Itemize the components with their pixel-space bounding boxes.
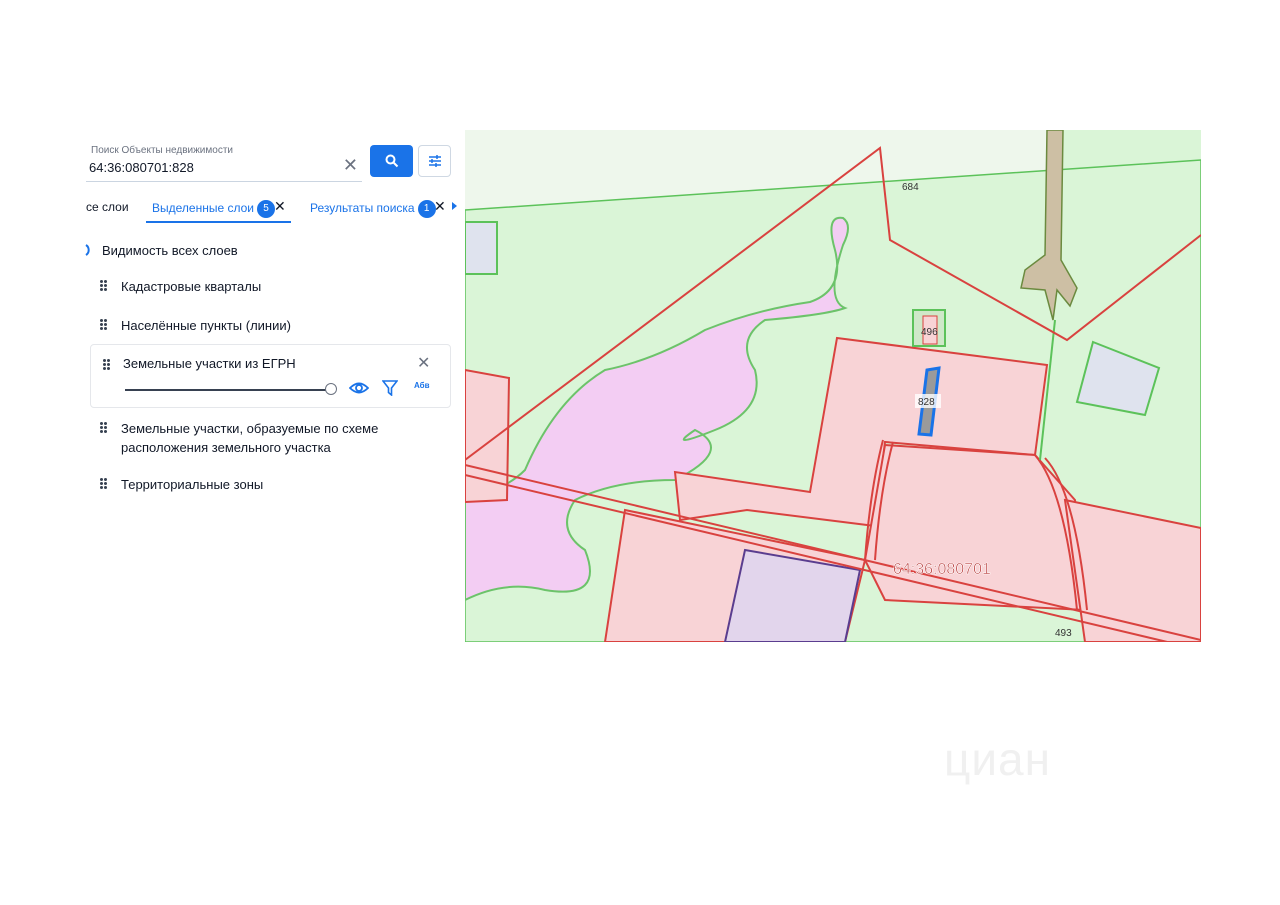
layer-label: Кадастровые кварталы — [121, 279, 262, 294]
tab-all-layers[interactable]: се слои — [86, 200, 129, 214]
opacity-slider[interactable] — [125, 389, 331, 391]
layer-label-line2: расположения земельного участка — [121, 440, 331, 455]
map-label-684: 684 — [902, 182, 919, 193]
layer-label-line1: Земельные участки, образуемые по схеме — [121, 421, 379, 436]
search-button[interactable] — [370, 145, 413, 177]
parcel-grey — [465, 221, 498, 275]
tab-selected-layers[interactable]: Выделенные слои 5 — [152, 200, 275, 218]
search-icon — [385, 154, 398, 168]
opacity-slider-thumb[interactable] — [325, 383, 337, 395]
drag-handle-icon[interactable] — [100, 319, 108, 331]
map-label-828: 828 — [918, 397, 935, 408]
tab-results-label: Результаты поиска — [310, 201, 415, 216]
drag-handle-icon[interactable] — [100, 280, 108, 292]
active-tab-indicator — [146, 221, 291, 223]
tab-selected-label: Выделенные слои — [152, 201, 254, 216]
layer-label: Населённые пункты (линии) — [121, 318, 291, 333]
search-value[interactable]: 64:36:080701:828 — [89, 160, 194, 175]
visibility-toggle-icon[interactable] — [84, 243, 94, 257]
map-label-493: 493 — [1055, 628, 1072, 639]
selected-count-badge: 5 — [256, 200, 275, 218]
tabs-scroll-right-icon[interactable] — [452, 202, 457, 210]
clear-icon[interactable]: ✕ — [343, 156, 358, 174]
results-count-badge: 1 — [417, 200, 436, 218]
watermark: циан — [944, 733, 1052, 785]
drag-handle-icon[interactable] — [103, 359, 111, 371]
quarter-number-label: 64:36:080701 — [893, 561, 991, 578]
all-layers-visibility[interactable]: Видимость всех слоев — [102, 243, 238, 258]
search-label: Поиск Объекты недвижимости — [89, 145, 235, 156]
tab-results-close-icon[interactable]: ✕ — [434, 198, 446, 215]
tab-selected-close-icon[interactable]: ✕ — [274, 198, 286, 215]
labels-icon[interactable]: Абв — [414, 381, 430, 390]
eye-icon[interactable] — [349, 380, 369, 396]
tabs-bar: се слои Выделенные слои 5 ✕ Результаты по… — [84, 194, 465, 224]
remove-layer-icon[interactable]: ✕ — [417, 353, 430, 373]
layer-label: Территориальные зоны — [121, 477, 264, 492]
layer-label: Земельные участки из ЕГРН — [123, 356, 296, 371]
tab-search-results[interactable]: Результаты поиска 1 — [310, 200, 436, 218]
drag-handle-icon[interactable] — [100, 422, 108, 434]
layer-card-land-plots[interactable]: Земельные участки из ЕГРН ✕ Абв — [90, 344, 451, 408]
filter-icon[interactable] — [382, 380, 398, 396]
map-label-496: 496 — [921, 327, 938, 338]
search-settings-button[interactable] — [418, 145, 451, 177]
drag-handle-icon[interactable] — [100, 478, 108, 490]
map-canvas[interactable]: 684 496 828 64:36:080701 493 — [465, 130, 1201, 642]
layers-panel: Поиск Объекты недвижимости 64:36:080701:… — [84, 130, 465, 642]
sliders-icon — [428, 155, 441, 167]
cadastral-map[interactable]: 684 496 828 64:36:080701 493 — [465, 130, 1201, 642]
parcel — [465, 368, 511, 504]
